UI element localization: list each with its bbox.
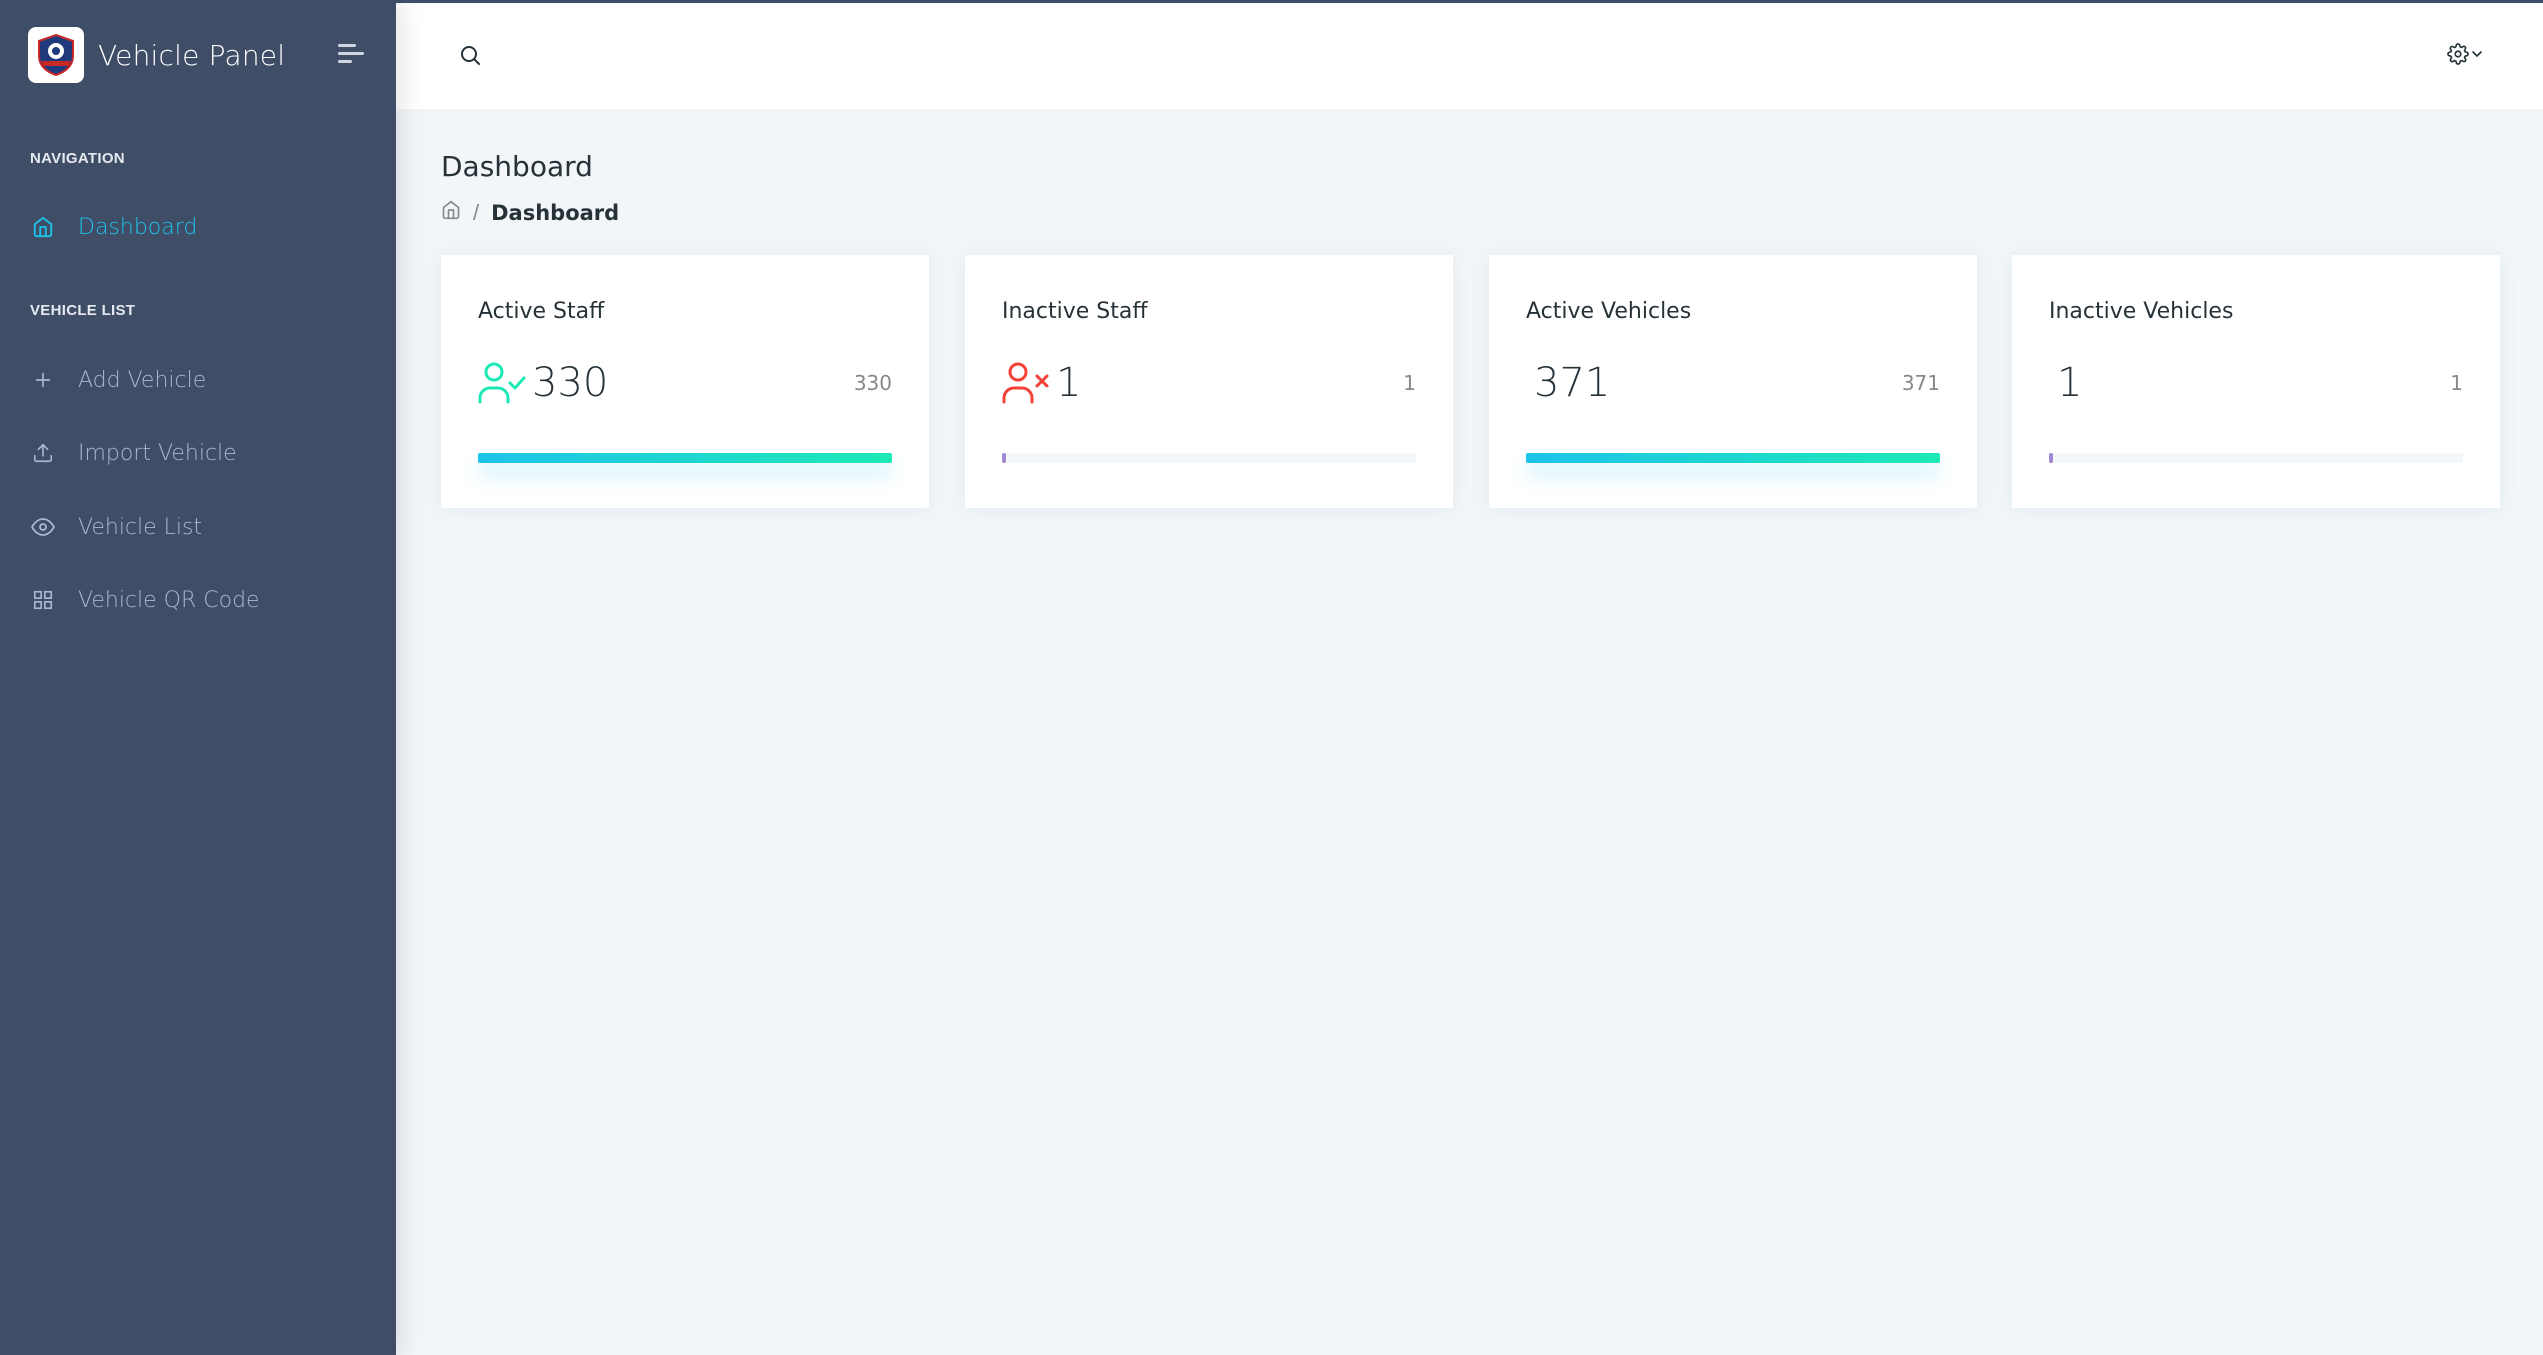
progress-bar: [478, 453, 892, 463]
card-title: Inactive Vehicles: [2049, 299, 2234, 324]
top-header: [396, 3, 2543, 109]
sidebar-item-add-vehicle[interactable]: Add Vehicle: [30, 358, 370, 402]
sidebar-item-vehicle-qr-code[interactable]: Vehicle QR Code: [30, 578, 370, 622]
card-active-staff: Active Staff 330 330: [441, 255, 929, 508]
nav-caption-navigation: NAVIGATION: [30, 150, 125, 167]
settings-dropdown[interactable]: [2447, 41, 2489, 71]
card-value: 371: [1534, 360, 1611, 406]
card-active-vehicles: Active Vehicles 371 371: [1489, 255, 1977, 508]
upload-icon: [30, 440, 56, 466]
progress-track: [478, 453, 892, 463]
grid-icon: [30, 587, 56, 613]
sidebar-item-import-vehicle[interactable]: Import Vehicle: [30, 431, 370, 475]
breadcrumb-current: Dashboard: [491, 201, 620, 225]
progress-bar: [1526, 453, 1940, 463]
card-title: Active Staff: [478, 299, 605, 324]
sidebar-item-vehicle-list[interactable]: Vehicle List: [30, 505, 370, 549]
app-logo: [28, 27, 84, 83]
card-title: Active Vehicles: [1526, 299, 1692, 324]
card-value: 1: [2057, 360, 2083, 406]
progress-bar: [1002, 453, 1007, 463]
page-title: Dashboard: [441, 150, 593, 183]
breadcrumb-separator: /: [473, 200, 480, 225]
home-icon: [30, 214, 56, 240]
progress-bar: [2049, 453, 2054, 463]
sidebar-item-label: Import Vehicle: [78, 440, 237, 466]
sidebar-item-label: Vehicle List: [78, 514, 203, 540]
progress-track: [2049, 453, 2463, 463]
breadcrumb: / Dashboard: [441, 200, 619, 226]
user-check-icon: [478, 359, 526, 407]
card-value: 330: [532, 360, 609, 406]
sidebar-item-label: Vehicle QR Code: [78, 587, 260, 613]
sidebar-item-label: Dashboard: [78, 214, 198, 240]
eye-icon: [30, 514, 56, 540]
card-count: 1: [1403, 371, 1416, 395]
card-count: 371: [1901, 371, 1940, 395]
brand[interactable]: Vehicle Panel: [28, 27, 285, 83]
search-icon[interactable]: [458, 43, 484, 69]
menu-toggle-icon[interactable]: [338, 44, 366, 66]
plus-icon: [30, 367, 56, 393]
card-inactive-vehicles: Inactive Vehicles 1 1: [2012, 255, 2500, 508]
progress-track: [1526, 453, 1940, 463]
card-inactive-staff: Inactive Staff 1 1: [965, 255, 1453, 508]
nav-caption-vehicle-list: VEHICLE LIST: [30, 302, 136, 319]
card-count: 1: [2450, 371, 2463, 395]
sidebar-item-dashboard[interactable]: Dashboard: [30, 205, 370, 249]
user-x-icon: [1002, 359, 1050, 407]
top-border: [0, 0, 2543, 3]
gear-icon: [2447, 42, 2469, 70]
chevron-down-icon: [2469, 46, 2485, 67]
card-count: 330: [853, 371, 892, 395]
card-title: Inactive Staff: [1002, 299, 1148, 324]
app-title: Vehicle Panel: [98, 38, 286, 72]
sidebar: Vehicle Panel NAVIGATION Dashboard VEHIC…: [0, 0, 396, 1355]
progress-track: [1002, 453, 1416, 463]
home-icon[interactable]: [441, 200, 461, 226]
card-value: 1: [1056, 360, 1082, 406]
sidebar-item-label: Add Vehicle: [78, 367, 207, 393]
